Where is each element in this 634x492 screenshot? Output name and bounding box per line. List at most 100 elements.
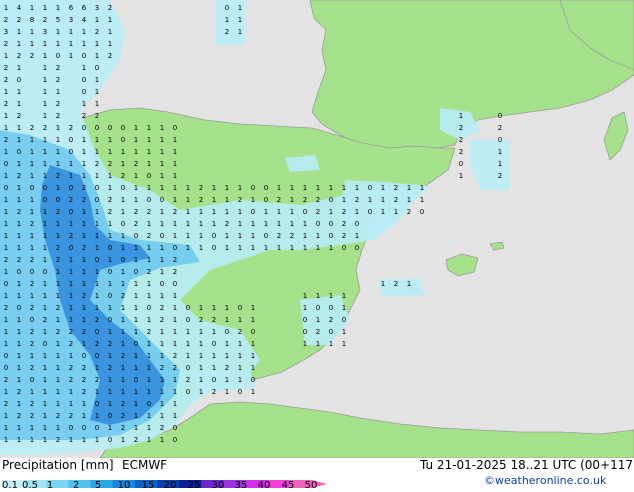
precip-cell-value: 1 (69, 280, 73, 288)
precip-cell-value: 1 (95, 304, 99, 312)
precip-cell-value: 1 (17, 328, 21, 336)
precip-cell-value: 1 (43, 232, 47, 240)
precip-cell-value: 0 (173, 124, 177, 132)
precip-cell-value: 0 (355, 220, 359, 228)
precip-cell-value: 1 (303, 220, 307, 228)
precip-cell-value: 2 (69, 196, 73, 204)
precip-cell-value: 0 (108, 316, 112, 324)
precip-cell-value: 2 (225, 28, 229, 36)
precip-cell-value: 1 (30, 232, 34, 240)
precip-cell-value: 0 (264, 232, 268, 240)
precip-cell-value: 1 (147, 316, 151, 324)
precip-cell-value: 1 (17, 400, 21, 408)
precip-cell-value: 0 (17, 268, 21, 276)
precip-cell-value: 2 (69, 124, 73, 132)
precip-cell-value: 1 (238, 208, 242, 216)
precip-cell-value: 1 (147, 184, 151, 192)
precip-cell-value: 1 (251, 340, 255, 348)
precip-cell-value: 0 (238, 388, 242, 396)
precip-cell-value: 1 (147, 376, 151, 384)
precip-cell-value: 1 (43, 88, 47, 96)
precip-cell-value: 1 (160, 268, 164, 276)
precip-cell-value: 1 (121, 208, 125, 216)
credit[interactable]: ©weatheronline.co.uk (484, 474, 606, 487)
precip-cell-value: 1 (17, 100, 21, 108)
scale-ticks: 0.1 0.5 1 2 5 10 15 20 25 30 35 40 45 50 (0, 480, 340, 492)
precip-cell-value: 1 (186, 352, 190, 360)
precip-cell-value: 1 (134, 388, 138, 396)
precip-cell-value: 0 (316, 304, 320, 312)
precip-cell-value: 1 (355, 232, 359, 240)
precip-cell-value: 2 (277, 232, 281, 240)
precip-cell-value: 1 (56, 160, 60, 168)
precip-cell-value: 2 (82, 184, 86, 192)
precip-cell-value: 1 (173, 400, 177, 408)
precip-cell-value: 1 (4, 388, 8, 396)
precip-cell-value: 1 (251, 232, 255, 240)
precip-cell-value: 2 (160, 424, 164, 432)
precip-cell-value: 1 (134, 148, 138, 156)
precip-cell-value: 1 (43, 136, 47, 144)
precip-cell-value: 1 (173, 184, 177, 192)
precip-cell-value: 2 (290, 232, 294, 240)
precip-cell-value: 2 (56, 412, 60, 420)
precip-cell-value: 2 (4, 376, 8, 384)
precip-cell-value: 1 (17, 220, 21, 228)
precip-cell-value: 1 (303, 184, 307, 192)
precip-cell-value: 1 (173, 304, 177, 312)
precip-cell-value: 1 (108, 304, 112, 312)
precip-cell-value: 1 (212, 220, 216, 228)
precip-cell-value: 1 (108, 184, 112, 192)
precip-cell-value: 2 (69, 376, 73, 384)
precip-cell-value: 0 (4, 160, 8, 168)
precip-cell-value: 1 (420, 184, 424, 192)
precip-cell-value: 1 (277, 208, 281, 216)
precip-cell-value: 2 (199, 316, 203, 324)
precip-cell-value: 1 (225, 16, 229, 24)
precip-cell-value: 0 (82, 352, 86, 360)
precip-cell-value: 1 (17, 64, 21, 72)
scale-tick-label: 30 (211, 480, 225, 491)
precip-cell-value: 1 (212, 352, 216, 360)
precip-cell-value: 1 (160, 292, 164, 300)
precip-cell-value: 1 (56, 124, 60, 132)
precip-cell-value: 2 (134, 220, 138, 228)
precip-cell-value: 1 (82, 400, 86, 408)
precip-cell-value: 1 (95, 52, 99, 60)
precip-cell-value: 1 (134, 328, 138, 336)
precip-cell-value: 1 (17, 40, 21, 48)
precip-cell-value: 1 (264, 244, 268, 252)
precip-cell-value: 0 (212, 340, 216, 348)
precip-cell-value: 0 (108, 412, 112, 420)
precip-cell-value: 0 (147, 196, 151, 204)
precipitation-map[interactable]: 1411166320122825341111311311121212111111… (0, 0, 634, 458)
precip-cell-value: 2 (316, 328, 320, 336)
precip-cell-value: 1 (134, 292, 138, 300)
precip-cell-value: 1 (82, 256, 86, 264)
precip-cell-value: 1 (17, 364, 21, 372)
precip-cell-value: 0 (17, 304, 21, 312)
precip-cell-value: 2 (17, 112, 21, 120)
precip-cell-value: 1 (56, 376, 60, 384)
precip-cell-value: 1 (199, 376, 203, 384)
precip-cell-value: 0 (329, 220, 333, 228)
precip-cell-value: 2 (56, 304, 60, 312)
precip-cell-value: 1 (43, 4, 47, 12)
precip-cell-value: 1 (173, 196, 177, 204)
precip-cell-value: 2 (4, 64, 8, 72)
precip-cell-value: 2 (173, 268, 177, 276)
precip-cell-value: 1 (134, 244, 138, 252)
scale-tick-label: 20 (163, 480, 177, 491)
precip-cell-value: 1 (316, 316, 320, 324)
precip-cell-value: 1 (238, 352, 242, 360)
precip-cell-value: 2 (95, 376, 99, 384)
precip-cell-value: 0 (160, 232, 164, 240)
precip-cell-value: 1 (173, 160, 177, 168)
precip-cell-value: 1 (420, 196, 424, 204)
precip-cell-value: 1 (121, 244, 125, 252)
precip-cell-value: 0 (238, 304, 242, 312)
precip-cell-value: 2 (95, 28, 99, 36)
precip-cell-value: 2 (30, 340, 34, 348)
precip-cell-value: 2 (82, 112, 86, 120)
precip-cell-value: 0 (342, 316, 346, 324)
